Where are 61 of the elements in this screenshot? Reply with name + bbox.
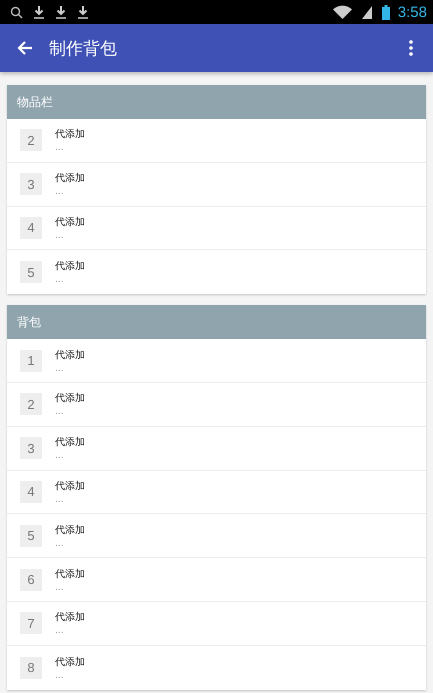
section-title: 背包 bbox=[17, 314, 41, 331]
item-number: 3 bbox=[20, 437, 42, 460]
item-name: 代添加 bbox=[55, 610, 85, 624]
back-arrow-icon[interactable] bbox=[17, 40, 33, 56]
item-number: 2 bbox=[20, 393, 42, 416]
download-icon bbox=[55, 5, 67, 19]
item-name: 代添加 bbox=[55, 392, 85, 406]
item-name: 代添加 bbox=[55, 172, 85, 186]
item-number: 3 bbox=[20, 173, 42, 196]
list-item[interactable]: 3 代添加 ... bbox=[7, 162, 426, 207]
battery-icon bbox=[382, 4, 390, 20]
list-item[interactable]: 6 代添加 ... bbox=[7, 558, 426, 602]
item-number: 5 bbox=[20, 261, 42, 284]
item-number: 2 bbox=[20, 129, 42, 152]
item-detail: ... bbox=[55, 364, 65, 374]
section-title: 物品栏 bbox=[17, 94, 53, 110]
item-number: 1 bbox=[20, 350, 42, 372]
item-number: 8 bbox=[20, 656, 42, 679]
more-menu-icon[interactable] bbox=[409, 40, 413, 56]
item-detail: ... bbox=[55, 275, 65, 286]
item-name: 代添加 bbox=[55, 216, 85, 229]
download-icon bbox=[33, 5, 45, 19]
item-name: 代添加 bbox=[55, 260, 85, 274]
item-name: 代添加 bbox=[55, 524, 85, 537]
screen-title: 制作背包 bbox=[49, 38, 118, 60]
item-detail: ... bbox=[55, 143, 65, 154]
item-name: 代添加 bbox=[55, 128, 85, 142]
item-name: 代添加 bbox=[55, 656, 85, 669]
list-item[interactable]: 5 代添加 ... bbox=[7, 250, 426, 294]
list-item[interactable]: 7 代添加 ... bbox=[7, 602, 426, 646]
item-number: 4 bbox=[20, 216, 42, 239]
status-time: 3:58 bbox=[398, 4, 427, 20]
list-item[interactable]: 5 代添加 ... bbox=[7, 514, 426, 558]
item-detail: ... bbox=[55, 670, 65, 681]
item-detail: ... bbox=[55, 407, 65, 418]
signal-icon bbox=[362, 6, 372, 18]
item-detail: ... bbox=[55, 494, 65, 505]
list-item[interactable]: 8 代添加 ... bbox=[7, 646, 426, 690]
item-name: 代添加 bbox=[55, 480, 85, 493]
list-item[interactable]: 2 代添加 ... bbox=[7, 119, 426, 163]
list-item[interactable]: 1 代添加 ... bbox=[7, 339, 426, 383]
item-detail: ... bbox=[55, 582, 65, 593]
list-item[interactable]: 4 代添加 ... bbox=[7, 206, 426, 250]
item-number: 4 bbox=[20, 480, 42, 503]
download-icon bbox=[77, 5, 89, 19]
wifi-icon bbox=[332, 5, 352, 19]
item-number: 5 bbox=[20, 524, 42, 547]
item-detail: ... bbox=[55, 187, 65, 198]
item-detail: ... bbox=[55, 451, 65, 462]
item-name: 代添加 bbox=[55, 568, 85, 581]
list-item[interactable]: 3 代添加 ... bbox=[7, 426, 426, 471]
item-name: 代添加 bbox=[55, 348, 85, 362]
item-number: 6 bbox=[20, 568, 42, 591]
list-item[interactable]: 4 代添加 ... bbox=[7, 470, 426, 514]
item-detail: ... bbox=[55, 626, 65, 636]
item-name: 代添加 bbox=[55, 436, 85, 450]
search-icon bbox=[10, 6, 23, 18]
item-detail: ... bbox=[55, 538, 65, 549]
item-detail: ... bbox=[55, 230, 65, 241]
item-number: 7 bbox=[20, 612, 42, 634]
list-item[interactable]: 2 代添加 ... bbox=[7, 382, 426, 427]
